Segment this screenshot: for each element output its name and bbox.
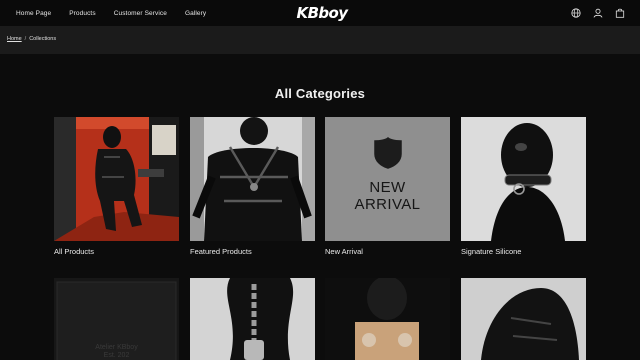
breadcrumb-bar: Home / Collections	[0, 26, 640, 54]
category-image-featured-products[interactable]	[190, 117, 315, 241]
category-image-row2-3[interactable]	[325, 278, 450, 360]
category-card-featured-products[interactable]: Featured Products	[190, 117, 315, 256]
category-label[interactable]: All Products	[54, 247, 179, 256]
header-icons	[570, 0, 626, 26]
main-nav: Home Page Products Customer Service Gall…	[16, 0, 224, 26]
shield-icon	[373, 137, 402, 169]
page-title: All Categories	[274, 86, 366, 101]
box-lettering: Atelier KBboy Est. 202	[95, 344, 138, 359]
category-card-signature-silicone[interactable]: Signature Silicone	[461, 117, 586, 256]
nav-products[interactable]: Products	[69, 10, 95, 17]
category-image-row2-4[interactable]	[461, 278, 586, 360]
category-card-all-products[interactable]: All Products	[54, 117, 179, 256]
category-label[interactable]: Featured Products	[190, 247, 315, 256]
breadcrumb-current: Collections	[29, 36, 57, 42]
category-card-new-arrival[interactable]: NEW ARRIVAL New Arrival	[325, 117, 450, 256]
category-label[interactable]: Signature Silicone	[461, 247, 586, 256]
nav-customer-service[interactable]: Customer Service	[114, 10, 167, 17]
bag-icon[interactable]	[614, 7, 626, 19]
nav-home-page[interactable]: Home Page	[16, 10, 51, 17]
category-image-row2-2[interactable]	[190, 278, 315, 360]
nav-gallery[interactable]: Gallery	[185, 10, 206, 17]
category-image-all-products[interactable]	[54, 117, 179, 241]
globe-icon[interactable]	[570, 7, 582, 19]
brand-logo-text: KBboy	[296, 4, 348, 22]
category-card-row2-2[interactable]	[190, 278, 315, 360]
category-image-row2-1[interactable]: Atelier KBboy Est. 202	[54, 278, 179, 360]
brand-logo[interactable]: KBboy	[292, 3, 352, 23]
category-card-row2-1[interactable]: Atelier KBboy Est. 202	[54, 278, 179, 360]
breadcrumb: Home / Collections	[7, 36, 56, 42]
category-image-signature-silicone[interactable]	[461, 117, 586, 241]
site-header: Home Page Products Customer Service Gall…	[0, 0, 640, 26]
new-arrival-tile-text: NEW	[369, 179, 406, 196]
user-icon[interactable]	[592, 7, 604, 19]
breadcrumb-separator: /	[24, 36, 27, 42]
new-arrival-tile-text: ARRIVAL	[354, 196, 421, 213]
category-card-row2-3[interactable]	[325, 278, 450, 360]
category-card-row2-4[interactable]	[461, 278, 586, 360]
category-image-new-arrival[interactable]: NEW ARRIVAL	[325, 117, 450, 241]
category-label[interactable]: New Arrival	[325, 247, 450, 256]
breadcrumb-home[interactable]: Home	[7, 36, 22, 42]
